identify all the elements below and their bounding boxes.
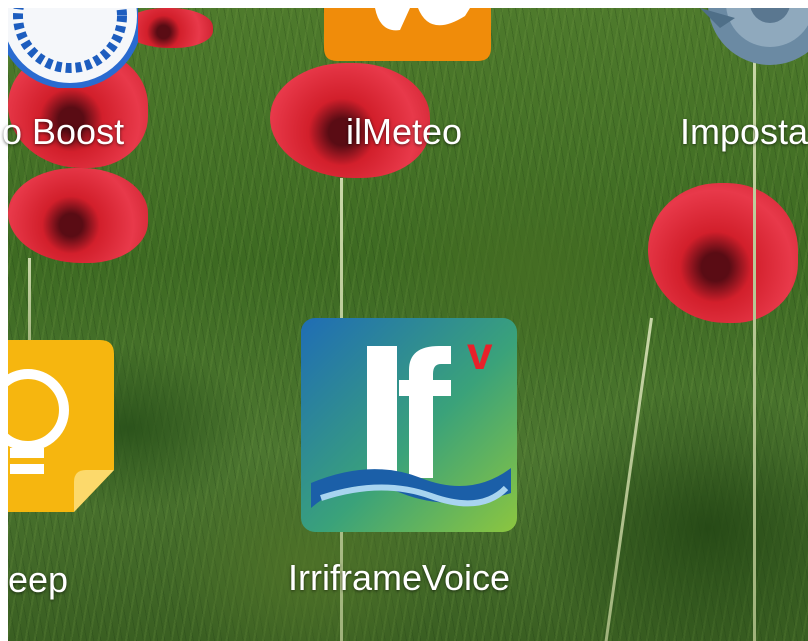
boost-icon: [8, 8, 138, 88]
poppy-decoration: [648, 183, 798, 323]
app-label-keep: eep: [8, 559, 69, 600]
ilmeteo-icon: [324, 8, 491, 61]
app-impostazioni[interactable]: Imposta: [680, 8, 808, 158]
app-label: ilMeteo: [346, 111, 463, 152]
poppy-decoration: [8, 168, 148, 263]
app-boost[interactable]: o Boost: [2, 8, 138, 158]
app-ilmeteo[interactable]: ilMeteo: [320, 8, 495, 158]
poppy-stem: [604, 317, 653, 641]
app-label-irriframevoice: IrriframeVoice: [288, 557, 511, 598]
app-label: o Boost: [2, 111, 125, 152]
irri-badge-sup: v: [467, 327, 493, 379]
settings-gear-icon: [700, 8, 808, 65]
app-label: Imposta: [680, 111, 808, 152]
keep-lightbulb-icon: [8, 340, 114, 512]
